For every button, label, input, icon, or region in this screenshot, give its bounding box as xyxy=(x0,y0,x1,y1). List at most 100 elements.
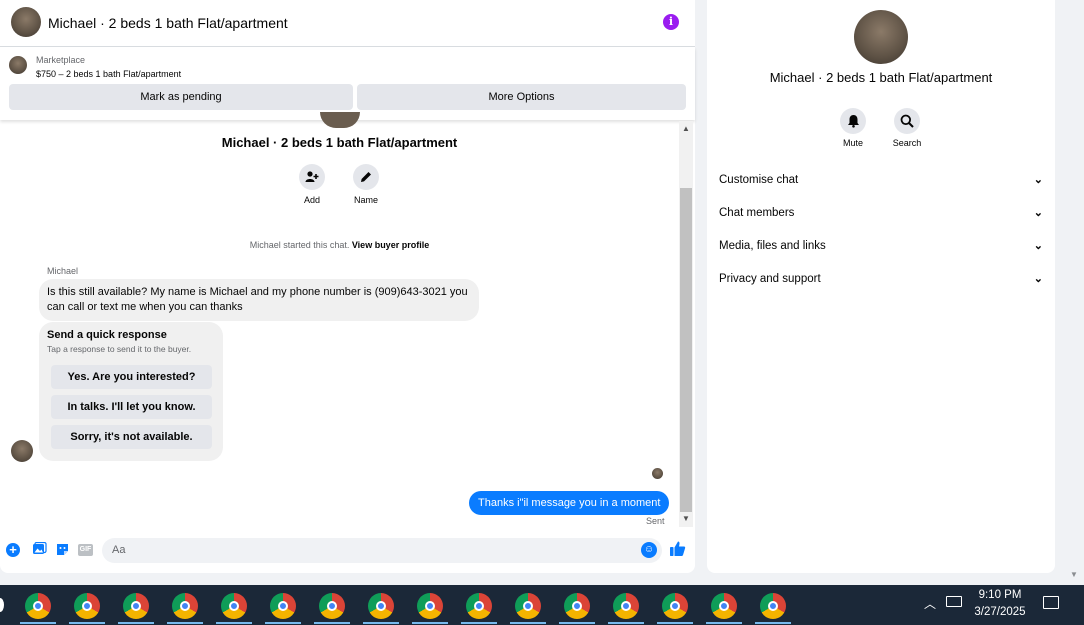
active-app-indicator xyxy=(412,622,448,624)
media-files-links-section[interactable]: Media, files and links ⌄ xyxy=(719,236,1043,256)
section-label: Privacy and support xyxy=(719,273,821,285)
add-label: Add xyxy=(303,195,320,205)
plus-icon[interactable]: + xyxy=(6,543,20,557)
listing-thumbnail[interactable] xyxy=(9,56,27,74)
view-buyer-profile-link[interactable]: View buyer profile xyxy=(352,240,429,250)
pencil-icon[interactable] xyxy=(353,164,379,190)
active-app-indicator xyxy=(20,622,56,624)
chrome-icon[interactable] xyxy=(270,593,296,619)
search-label: Search xyxy=(892,138,922,148)
active-app-indicator xyxy=(363,622,399,624)
chrome-icon[interactable] xyxy=(368,593,394,619)
chevron-down-icon: ⌄ xyxy=(1033,273,1043,285)
conversation-details-panel: Michael · 2 beds 1 bath Flat/apartment M… xyxy=(707,0,1055,573)
clock-time[interactable]: 9:10 PM xyxy=(960,589,1040,601)
windows-taskbar: ︿ 9:10 PM 3/27/2025 xyxy=(0,585,1084,625)
active-app-indicator xyxy=(706,622,742,624)
profile-avatar[interactable] xyxy=(854,10,908,64)
quick-response-button[interactable]: In talks. I'll let you know. xyxy=(51,395,212,419)
quick-response-card: Send a quick response Tap a response to … xyxy=(39,322,223,461)
start-button-edge[interactable] xyxy=(0,598,4,612)
section-label: Customise chat xyxy=(719,174,799,186)
marketplace-label: Marketplace xyxy=(36,55,86,65)
chrome-icon[interactable] xyxy=(74,593,100,619)
scroll-up-icon[interactable]: ▲ xyxy=(679,124,693,133)
seen-avatar xyxy=(652,468,663,479)
active-app-indicator xyxy=(265,622,301,624)
sender-avatar[interactable] xyxy=(11,440,33,462)
active-app-indicator xyxy=(461,622,497,624)
chrome-icon[interactable] xyxy=(25,593,51,619)
add-person-icon[interactable] xyxy=(299,164,325,190)
quick-response-title: Send a quick response xyxy=(47,329,167,341)
scrollbar-thumb[interactable] xyxy=(680,188,692,512)
chevron-up-icon[interactable]: ︿ xyxy=(924,595,936,612)
message-placeholder: Aa xyxy=(112,544,126,556)
name-label: Name xyxy=(353,195,378,205)
sent-status: Sent xyxy=(646,516,665,526)
clock-date[interactable]: 3/27/2025 xyxy=(960,606,1040,618)
chrome-icon[interactable] xyxy=(662,593,688,619)
active-app-indicator xyxy=(755,622,791,624)
more-options-button[interactable]: More Options xyxy=(357,84,686,110)
chrome-icon[interactable] xyxy=(515,593,541,619)
chevron-down-icon: ⌄ xyxy=(1033,207,1043,219)
active-app-indicator xyxy=(216,622,252,624)
outgoing-message[interactable]: Thanks i"il message you in a moment xyxy=(469,491,670,515)
quick-response-button[interactable]: Yes. Are you interested? xyxy=(51,365,212,389)
emoji-icon[interactable]: ☺ xyxy=(641,542,657,558)
section-label: Media, files and links xyxy=(719,240,826,252)
active-app-indicator xyxy=(559,622,595,624)
incoming-message[interactable]: Is this still available? My name is Mich… xyxy=(39,279,479,321)
section-label: Chat members xyxy=(719,207,795,219)
gif-icon[interactable]: GIF xyxy=(78,544,93,556)
info-icon[interactable]: i xyxy=(663,14,679,30)
chrome-icon[interactable] xyxy=(417,593,443,619)
quick-response-button[interactable]: Sorry, it's not available. xyxy=(51,425,212,449)
page-scroll-down-icon[interactable]: ▼ xyxy=(1070,570,1078,579)
chrome-icon[interactable] xyxy=(564,593,590,619)
active-app-indicator xyxy=(510,622,546,624)
conversation-title: Michael · 2 beds 1 bath Flat/apartment xyxy=(221,135,458,150)
started-text: Michael started this chat. xyxy=(249,240,350,250)
marketplace-banner: Marketplace $750 – 2 beds 1 bath Flat/ap… xyxy=(0,47,695,120)
chat-panel: Michael · 2 beds 1 bath Flat/apartment i… xyxy=(0,0,695,573)
message-input[interactable]: Aa ☺ xyxy=(102,538,662,563)
photo-icon[interactable] xyxy=(31,541,47,558)
chrome-icon[interactable] xyxy=(319,593,345,619)
bell-icon[interactable] xyxy=(840,108,866,134)
chevron-down-icon: ⌄ xyxy=(1033,240,1043,252)
sticker-icon[interactable] xyxy=(54,542,70,558)
notification-icon[interactable] xyxy=(1043,596,1059,609)
listing-title[interactable]: $750 – 2 beds 1 bath Flat/apartment xyxy=(36,69,181,79)
conversation-avatar xyxy=(320,112,360,128)
privacy-support-section[interactable]: Privacy and support ⌄ xyxy=(719,269,1043,289)
customise-chat-section[interactable]: Customise chat ⌄ xyxy=(719,170,1043,190)
chrome-icon[interactable] xyxy=(172,593,198,619)
active-app-indicator xyxy=(608,622,644,624)
quick-response-subtitle: Tap a response to send it to the buyer. xyxy=(47,344,192,354)
chrome-icon[interactable] xyxy=(613,593,639,619)
active-app-indicator xyxy=(118,622,154,624)
chat-members-section[interactable]: Chat members ⌄ xyxy=(719,203,1043,223)
chat-started-notice: Michael started this chat. View buyer pr… xyxy=(0,240,679,250)
scroll-down-icon[interactable]: ▼ xyxy=(679,514,693,523)
chrome-icon[interactable] xyxy=(711,593,737,619)
thumbs-up-icon[interactable] xyxy=(669,540,687,558)
details-title: Michael · 2 beds 1 bath Flat/apartment xyxy=(769,70,993,85)
chrome-icon[interactable] xyxy=(466,593,492,619)
mute-label: Mute xyxy=(842,138,863,148)
active-app-indicator xyxy=(657,622,693,624)
avatar[interactable] xyxy=(11,7,41,37)
active-app-indicator xyxy=(69,622,105,624)
chevron-down-icon: ⌄ xyxy=(1033,174,1043,186)
mark-as-pending-button[interactable]: Mark as pending xyxy=(9,84,353,110)
chrome-icon[interactable] xyxy=(123,593,149,619)
sender-name: Michael xyxy=(47,266,79,276)
search-icon[interactable] xyxy=(894,108,920,134)
chrome-icon[interactable] xyxy=(760,593,786,619)
chrome-icon[interactable] xyxy=(221,593,247,619)
chat-header: Michael · 2 beds 1 bath Flat/apartment i xyxy=(0,0,695,47)
chat-title[interactable]: Michael · 2 beds 1 bath Flat/apartment xyxy=(48,15,288,31)
active-app-indicator xyxy=(314,622,350,624)
